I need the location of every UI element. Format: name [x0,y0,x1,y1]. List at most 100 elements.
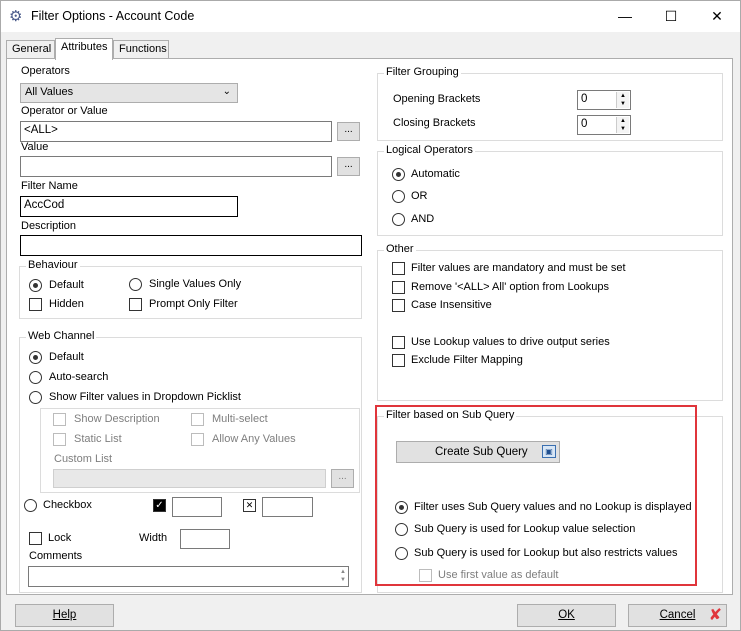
operators-label: Operators [21,65,70,77]
and-label: AND [411,213,435,225]
description-input[interactable] [20,235,362,256]
checked-value-checkmark-icon: ✓ [153,499,166,512]
use-lookup-values-label: Use Lookup values to drive output series [411,336,610,348]
picklist-options-box: Show Description Multi-select Static Lis… [40,408,360,493]
case-insensitive-label: Case Insensitive [411,299,492,311]
value-label: Value [21,141,49,153]
cancel-button[interactable]: Cancel ✘ [628,604,727,627]
sub-query-highlight-box [375,405,697,586]
exclude-filter-mapping-label: Exclude Filter Mapping [411,354,523,366]
web-default-radio[interactable] [29,351,42,364]
behaviour-default-label: Default [49,279,84,291]
title-bar: ⚙ Filter Options - Account Code — ☐ ✕ [1,1,740,32]
width-label: Width [139,532,168,544]
filter-name-input[interactable]: AccCod [20,196,238,217]
custom-list-input[interactable] [53,469,326,488]
mandatory-checkbox[interactable] [392,262,405,275]
minimize-button[interactable]: — [602,1,648,32]
auto-search-label: Auto-search [49,371,109,383]
behaviour-default-radio[interactable] [29,279,42,292]
allow-any-values-checkbox[interactable] [191,433,204,446]
remove-all-label: Remove '<ALL> All' option from Lookups [411,281,610,293]
case-insensitive-checkbox[interactable] [392,299,405,312]
filter-options-window: ⚙ Filter Options - Account Code — ☐ ✕ Ge… [0,0,741,631]
help-button[interactable]: Help [15,604,114,627]
maximize-button[interactable]: ☐ [648,1,694,32]
comments-label: Comments [29,550,83,562]
prompt-only-filter-checkbox[interactable] [129,298,142,311]
operators-select[interactable]: All Values ⌄ [20,83,238,103]
automatic-radio[interactable] [392,168,405,181]
mandatory-label: Filter values are mandatory and must be … [411,262,626,274]
opening-brackets-label: Opening Brackets [393,93,481,105]
checkbox-mode-label: Checkbox [43,499,92,511]
show-filter-values-radio[interactable] [29,391,42,404]
and-radio[interactable] [392,213,405,226]
web-default-label: Default [49,351,84,363]
value-input[interactable] [20,156,332,177]
chevron-down-icon: ⌄ [222,86,231,97]
gear-icon: ⚙ [9,8,23,25]
use-lookup-values-checkbox[interactable] [392,336,405,349]
ok-button[interactable]: OK [517,604,616,627]
attributes-panel: Operators All Values ⌄ Operator or Value… [6,58,733,595]
spinner-arrows-icon[interactable]: ▲ ▼ [616,92,629,108]
width-input[interactable] [180,529,230,549]
window-title: Filter Options - Account Code [31,9,195,23]
operator-or-value-input[interactable]: <ALL> [20,121,332,142]
custom-list-browse-button[interactable]: ... [331,469,354,488]
other-group: Other Filter values are mandatory and mu… [377,243,723,401]
show-description-checkbox[interactable] [53,413,66,426]
prompt-only-filter-label: Prompt Only Filter [149,298,238,310]
opening-brackets-spinner[interactable]: 0 ▲ ▼ [577,90,631,110]
exclude-filter-mapping-checkbox[interactable] [392,354,405,367]
automatic-label: Automatic [411,168,460,180]
logical-operators-legend: Logical Operators [384,144,475,156]
dialog-footer: Help OK Cancel ✘ [1,598,740,631]
single-values-only-radio[interactable] [129,278,142,291]
lock-label: Lock [48,532,72,544]
tab-attributes[interactable]: Attributes [55,38,113,60]
operator-or-value-browse-button[interactable]: ... [337,122,360,141]
tab-general[interactable]: General [6,40,55,58]
filter-grouping-group: Filter Grouping Opening Brackets 0 ▲ ▼ Cl… [377,66,723,141]
closing-brackets-label: Closing Brackets [393,117,476,129]
allow-any-values-label: Allow Any Values [212,433,296,445]
static-list-label: Static List [74,433,122,445]
comments-input[interactable]: ▲ ▼ [28,566,349,587]
value-browse-button[interactable]: ... [337,157,360,176]
static-list-checkbox[interactable] [53,433,66,446]
or-radio[interactable] [392,190,405,203]
show-filter-values-label: Show Filter values in Dropdown Picklist [49,391,241,403]
hidden-checkbox[interactable] [29,298,42,311]
or-label: OR [411,190,428,202]
other-legend: Other [384,243,416,255]
unchecked-value-x-icon: ✕ [243,499,256,512]
cancel-x-icon: ✘ [708,607,722,624]
filter-grouping-legend: Filter Grouping [384,66,461,78]
single-values-only-label: Single Values Only [149,278,242,290]
hidden-label: Hidden [49,298,84,310]
lock-checkbox[interactable] [29,532,42,545]
description-label: Description [21,220,77,232]
close-window-button[interactable]: ✕ [694,1,740,32]
custom-list-label: Custom List [54,453,113,465]
tab-functions[interactable]: Functions [113,40,169,58]
multi-select-label: Multi-select [212,413,268,425]
behaviour-group: Behaviour Default Single Values Only Hid… [19,259,362,319]
checkbox-mode-radio[interactable] [24,499,37,512]
closing-brackets-spinner[interactable]: 0 ▲ ▼ [577,115,631,135]
web-channel-legend: Web Channel [26,330,97,342]
logical-operators-group: Logical Operators Automatic OR AND [377,144,723,236]
multi-select-checkbox[interactable] [191,413,204,426]
comments-scroll-arrows-icon[interactable]: ▲ ▼ [340,568,346,584]
unchecked-value-input[interactable] [262,497,313,517]
checked-value-input[interactable] [172,497,222,517]
show-description-label: Show Description [74,413,160,425]
filter-name-label: Filter Name [21,180,78,192]
spinner-arrows-icon[interactable]: ▲ ▼ [616,117,629,133]
behaviour-legend: Behaviour [26,259,80,271]
remove-all-checkbox[interactable] [392,281,405,294]
auto-search-radio[interactable] [29,371,42,384]
operator-or-value-label: Operator or Value [21,105,108,117]
